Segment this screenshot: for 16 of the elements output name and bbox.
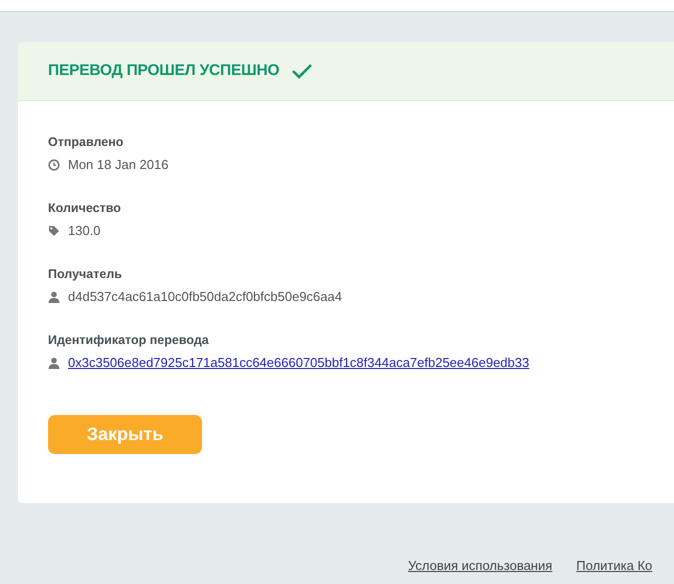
field-label: Идентификатор перевода (48, 333, 210, 347)
field-value: d4d537c4ac61a10c0fb50da2cf0bfcb50e9c6aa4 (68, 289, 342, 304)
clock-icon (48, 158, 60, 170)
checkmark-icon (291, 63, 314, 79)
person-icon (48, 356, 60, 368)
field-value: 130.0 (68, 223, 101, 238)
field-label: Количество (48, 201, 122, 215)
field-value: Mon 18 Jan 2016 (68, 157, 168, 172)
tag-icon (48, 224, 60, 236)
person-icon (48, 290, 60, 302)
success-title: ПЕРЕВОД ПРОШЕЛ УСПЕШНО (48, 62, 280, 80)
transaction-link[interactable]: 0x3c3506e8ed7925c171a581cc64e6660705bbf1c8f344aca7efb25ee46e9edb33 (68, 355, 530, 370)
footer-link[interactable]: Политика Ко (576, 558, 652, 573)
field-label: Отправлено (48, 135, 124, 149)
footer-link[interactable]: Условия использования (408, 558, 552, 573)
field-label: Получатель (48, 267, 123, 281)
